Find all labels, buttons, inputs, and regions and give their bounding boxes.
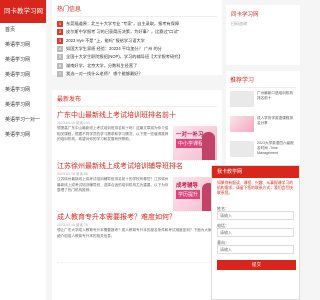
- recommend-thumbnail[interactable]: [230, 141, 254, 157]
- sidebar-item[interactable]: 英语学习网: [0, 83, 46, 98]
- sidebar-item[interactable]: 英语学习网: [0, 128, 46, 143]
- rank-badge: 2: [57, 29, 63, 36]
- sidebar: 同卡教学习网 首页 英语学习网 英语学习网 英语学习网 英语学习网 英语学习网 …: [0, 0, 46, 300]
- article-thumbnail[interactable]: 一对一补习 中小学课程: [173, 126, 217, 160]
- recommend-item[interactable]: 成人学历学英语课程排名分享: [230, 116, 296, 136]
- article-item: 江苏徐州最新线上成考试培训辅导班排名 2023-03-16 阅读:88 江苏徐州…: [57, 161, 217, 212]
- submit-button[interactable]: 提交: [217, 260, 296, 270]
- article-title[interactable]: 成人教育专升本需要报考？难度如何？: [57, 212, 217, 223]
- person-figure-icon: [202, 132, 215, 160]
- qr-subtitle: 扫码咨询: [231, 21, 247, 26]
- sidebar-item[interactable]: 英语学习一对一: [0, 113, 46, 128]
- sidebar-item[interactable]: 英语学习网: [0, 53, 46, 68]
- thumbnail-tag: 中小学课程: [176, 139, 206, 148]
- qr-title: 同卡学习网: [231, 12, 259, 18]
- popup-title: 我卡教学网: [212, 166, 299, 178]
- site-logo[interactable]: 同卡教学习网: [0, 0, 46, 23]
- phone-input[interactable]: [217, 228, 294, 237]
- intent-field-group: 意向：: [217, 240, 294, 254]
- hot-news-item[interactable]: 6 湖南好学，北京大学，分数科生经营了: [57, 61, 217, 69]
- main-column: 热门信息 1 东莞福道原：北三十大学专业 "专家"，自主录取，报考有保障 2 皮尔斯…: [52, 0, 222, 300]
- recommend-thumbnail[interactable]: [230, 91, 254, 107]
- hot-news-text[interactable]: 如国大学生家原 经验：20224 平均加分？ 广州 的分: [66, 46, 162, 52]
- recommend-text[interactable]: 广州最新口语培训机构排名前十: [257, 91, 296, 111]
- qr-panel: 同卡学习网 扫码咨询: [226, 5, 300, 65]
- name-input[interactable]: [217, 211, 294, 220]
- rank-badge: 3: [57, 37, 63, 44]
- sidebar-item-home[interactable]: 首页: [0, 23, 46, 38]
- rank-badge: 6: [57, 62, 63, 69]
- hot-news-item[interactable]: 7 我选一对一找什么老师？ 哪个能够最好？: [57, 70, 217, 78]
- recommend-item[interactable]: 2023大学英语四六级报名时间 -Time Management: [230, 141, 296, 161]
- rank-badge: 4: [57, 46, 63, 53]
- hot-news-text[interactable]: 全国十大学生职院报招(NOP)，学习的辅导班【大学报考研究】: [66, 54, 183, 60]
- hot-news-item[interactable]: 2 皮尔斯中学报考 习的已获简历决策，为好事？，比赛过"口试": [57, 28, 217, 36]
- popup-description: 如果你有报读、课程、兴趣、从事报课学习的机构需求，请留下您的联系方式，我们会尽快…: [217, 181, 293, 195]
- article-summary: 想提高广东中山最新线上考试培训班排名前十吗？这篇文章将为你介绍相关课程，根据不同…: [57, 126, 169, 142]
- name-field-group: 姓名：: [217, 206, 294, 220]
- recommend-item[interactable]: 广州最新口语培训机构排名前十: [230, 91, 296, 111]
- article-summary: 想让广东大学成人教育专升本需要报考？成人教育专升本的报名条件和考试难度如何？下面…: [57, 228, 216, 238]
- hot-news-item[interactable]: 1 东莞福道原：北三十大学专业 "专家"，自主录取，报考有保障: [57, 20, 217, 28]
- latest-posts-title: 最新发布: [57, 94, 217, 107]
- hot-news-item[interactable]: 3 2023 Hye 不是 "上，能吗" 报给学习语大学: [57, 37, 217, 45]
- hot-news-text[interactable]: 我选一对一找什么老师？ 哪个能够最好？: [66, 71, 143, 77]
- recommend-thumbnail[interactable]: [230, 116, 254, 132]
- article-title[interactable]: 广东中山最新线上考试培训班排名前十: [57, 110, 217, 121]
- article-item: 广东中山最新线上考试培训班排名前十 2023-04-16 阅读:100 想提高广…: [57, 110, 217, 161]
- thumbnail-headline: 一对一补习: [176, 132, 204, 138]
- hot-news-title: 热门信息: [57, 4, 217, 17]
- hot-news-text[interactable]: 2023 Hye 不是 "上，能吗" 报给学习语大学: [66, 38, 145, 44]
- recommend-text[interactable]: 2023大学英语四六级报名时间 -Time Management: [257, 141, 296, 161]
- sidebar-item[interactable]: 英语学习网: [0, 98, 46, 113]
- recommend-title: 推荐学习: [230, 75, 296, 88]
- consult-popup: 我卡教学网 如果你有报读、课程、兴趣、从事报课学习的机构需求，请留下您的联系方式…: [211, 165, 300, 300]
- hot-news-text[interactable]: 湖南好学，北京大学，分数科生经营了: [66, 63, 137, 69]
- recommend-text[interactable]: 成人学历学英语课程排名分享: [257, 116, 296, 136]
- phone-field-group: 电话：: [217, 223, 294, 237]
- hot-news-item[interactable]: 5 全国十大学生职院报招(NOP)，学习的辅导班【大学报考研究】: [57, 53, 217, 61]
- rank-badge: 5: [57, 54, 63, 61]
- sidebar-item[interactable]: 英语学习网: [0, 38, 46, 53]
- rank-badge: 1: [57, 21, 63, 28]
- latest-posts-panel: 最新发布 广东中山最新线上考试培训班排名前十 2023-04-16 阅读:100…: [52, 90, 222, 300]
- hot-news-item[interactable]: 4 如国大学生家原 经验：20224 平均加分？ 广州 的分: [57, 45, 217, 53]
- article-item: 成人教育专升本需要报考？难度如何？ 2023-03-16 阅读:75 想让广东大…: [57, 212, 217, 263]
- thumbnail-tag: 学历提升: [176, 190, 201, 199]
- intent-input[interactable]: [217, 245, 294, 254]
- article-title[interactable]: 江苏徐州最新线上成考试培训辅导班排名: [57, 161, 217, 172]
- hot-news-panel: 热门信息 1 东莞福道原：北三十大学专业 "专家"，自主录取，报考有保障 2 皮尔斯…: [52, 0, 222, 78]
- rank-badge: 7: [57, 70, 63, 77]
- sidebar-item[interactable]: 英语学习网: [0, 68, 46, 83]
- article-summary: 江苏徐州最新线上成考试培训辅导班排名前十的学校有哪些？江苏徐州最新线上成考试培训…: [57, 177, 169, 193]
- thumbnail-headline: 成考辅导: [176, 183, 199, 189]
- hot-news-text[interactable]: 皮尔斯中学报考 习的已获简历决策，为好事？，比赛过"口试": [66, 29, 179, 35]
- hot-news-text[interactable]: 东莞福道原：北三十大学专业 "专家"，自主录取，报考有保障: [66, 21, 179, 27]
